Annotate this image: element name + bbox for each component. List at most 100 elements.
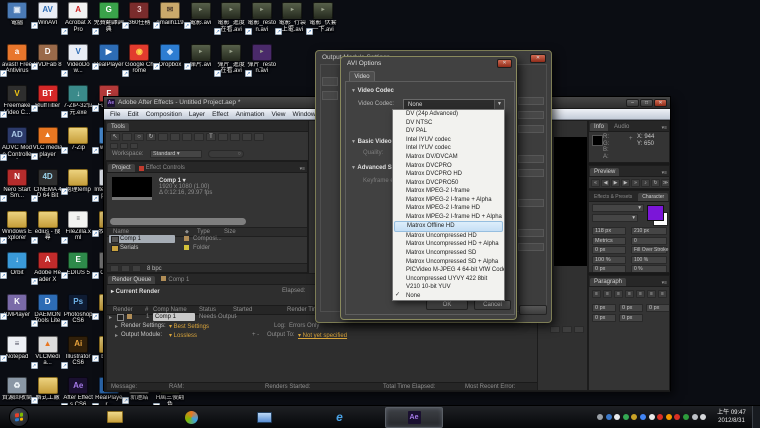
tray-icon-tray-2[interactable]: [606, 414, 612, 420]
tab-effects-presets[interactable]: Effects & Presets: [590, 193, 636, 201]
codec-option-Intel IYUV codec[interactable]: Intel IYUV codec: [393, 144, 504, 153]
taskbar-button-after-effects[interactable]: Ae: [385, 407, 443, 428]
codec-option-Matrox MPEG-2 I-frame + Alpha[interactable]: Matrox MPEG-2 I-frame + Alpha: [393, 195, 504, 204]
font-style-dropdown[interactable]: ▾: [592, 214, 638, 222]
pen-tool[interactable]: [194, 133, 204, 141]
maximize-button[interactable]: □: [640, 99, 653, 107]
menu-file[interactable]: File: [110, 111, 120, 118]
char-field-1-1[interactable]: 0: [631, 237, 667, 245]
output-to-value[interactable]: ▾ Not yet specified: [298, 332, 347, 339]
desktop-icon-資源回收筒[interactable]: ♻資源回收筒: [2, 377, 32, 402]
tray-icon-tray-8[interactable]: [657, 414, 663, 420]
desktop-icon-電影_行袋上電.avi[interactable]: ▸↗電影_行袋上電.avi: [277, 2, 307, 33]
char-field-3-0[interactable]: 100 %: [592, 256, 626, 264]
char-field-0-1[interactable]: 210 px: [631, 227, 667, 235]
align-button-6[interactable]: ≡: [658, 290, 667, 298]
prev-frame-button[interactable]: ◀: [601, 179, 610, 187]
tray-icon-tray-9[interactable]: [666, 414, 672, 420]
char-field-0-0[interactable]: 118 px: [592, 227, 626, 235]
desktop-icon-VLCMedia...[interactable]: ▲↗VLCMedia...: [33, 336, 63, 367]
eraser-tool[interactable]: [242, 133, 252, 141]
taskbar-clock[interactable]: 上午 09:47 2012/8/31: [711, 409, 752, 425]
tray-icon-tray-3[interactable]: [614, 414, 620, 420]
desktop-icon-avast! Free Antivirus[interactable]: a↗avast! Free Antivirus: [2, 44, 32, 75]
desktop-icon-格式工廠[interactable]: ↗格式工廠: [33, 377, 63, 402]
char-field-1-0[interactable]: Metrics: [592, 237, 626, 245]
desktop-icon-edius - 搜尋[interactable]: ↗edius - 搜尋: [33, 211, 63, 242]
menu-effect[interactable]: Effect: [212, 111, 229, 118]
align-button-1[interactable]: ≡: [603, 290, 612, 298]
taskbar-button-media-player[interactable]: [183, 409, 200, 425]
desktop-icon-WinAVI[interactable]: AV↗WinAVI: [33, 2, 63, 27]
desktop-icon-彈片_reston.avi[interactable]: ▸↗彈片_reston.avi: [247, 44, 277, 75]
codec-option-Uncompressed UYVY 422 8bit[interactable]: Uncompressed UYVY 422 8bit: [393, 274, 504, 283]
codec-option-Matrox MPEG-2 I-frame HD[interactable]: Matrox MPEG-2 I-frame HD: [393, 204, 504, 213]
desktop-icon-FileZilla.xml[interactable]: ≡↗FileZilla.xml: [63, 211, 93, 242]
tray-icon-tray-7[interactable]: [649, 414, 655, 420]
align-button-3[interactable]: ≡: [625, 290, 634, 298]
taskbar-button-computer[interactable]: [256, 409, 273, 425]
menu-composition[interactable]: Composition: [146, 111, 182, 118]
paragraph-field-1-0[interactable]: 0 px: [592, 314, 616, 322]
codec-option-Matrox DV/DVCAM[interactable]: Matrox DV/DVCAM: [393, 153, 504, 162]
minimize-button[interactable]: –: [626, 99, 639, 107]
desktop-icon-Illustrator CS6[interactable]: Ai↗Illustrator CS6: [63, 336, 93, 367]
om-cancel-button[interactable]: [519, 305, 547, 315]
codec-option-Matrox DVCPRO50[interactable]: Matrox DVCPRO50: [393, 178, 504, 187]
desktop-icon-電影_伏套一下.avi[interactable]: ▸↗電影_伏套一下.avi: [308, 2, 338, 33]
desktop-icon-CINEMA 4D 64 Bit[interactable]: 4D↗CINEMA 4D 64 Bit: [33, 169, 63, 200]
camera-tool[interactable]: [158, 133, 168, 141]
tool-option-2[interactable]: [130, 143, 138, 149]
tray-icon-tray-4[interactable]: [623, 414, 629, 420]
align-button-0[interactable]: ≡: [592, 290, 601, 298]
desktop-icon-RealPlayer[interactable]: ▶↗RealPlayer: [94, 44, 124, 69]
tab-tools[interactable]: Tools: [107, 123, 129, 131]
codec-option-Intel IYUV codec[interactable]: Intel IYUV codec: [393, 136, 504, 145]
add-remove-output[interactable]: + -: [252, 332, 259, 338]
panel-menu-icon[interactable]: ▾≡: [662, 125, 669, 131]
tray-icon-volume[interactable]: [700, 414, 706, 420]
paragraph-field-0-0[interactable]: 0 px: [592, 304, 616, 312]
expand-icon[interactable]: ▸: [115, 332, 118, 339]
codec-option-Matrox Uncompressed SD[interactable]: Matrox Uncompressed SD: [393, 249, 504, 258]
menu-window[interactable]: Window: [293, 111, 316, 118]
close-button[interactable]: ✕: [654, 99, 667, 107]
codec-option-Matrox Offline HD[interactable]: Matrox Offline HD: [394, 221, 503, 232]
tray-icon-tray-12[interactable]: [692, 414, 698, 420]
project-row-Serials[interactable]: SerialsFolder: [107, 244, 308, 252]
desktop-icon-Notepad[interactable]: ≡↗Notepad: [2, 336, 32, 361]
desktop-icon-Freemake Video C...[interactable]: V↗Freemake Video C...: [2, 85, 32, 116]
desktop-icon-EDIUS 5[interactable]: E↗EDIUS 5: [63, 252, 93, 277]
show-desktop-button[interactable]: [752, 406, 760, 428]
render-checkbox[interactable]: [117, 314, 124, 321]
desktop-icon-電影_reston.avi[interactable]: ▸↗電影_reston.avi: [247, 2, 277, 33]
desktop-icon-Orbit[interactable]: ↓↗Orbit: [2, 252, 32, 277]
panel-menu-icon[interactable]: ▾≡: [300, 166, 307, 172]
desktop-icon-360任務[interactable]: 3↗360任務: [124, 2, 154, 27]
desktop-icon-Acrobat X Pro[interactable]: A↗Acrobat X Pro: [63, 2, 93, 33]
delete-icon[interactable]: [132, 265, 141, 272]
align-button-2[interactable]: ≡: [614, 290, 623, 298]
audio-button[interactable]: ♪: [641, 179, 650, 187]
desktop-icon-免費翻譯詞典[interactable]: G↗免費翻譯詞典: [94, 2, 124, 33]
menu-edit[interactable]: Edit: [127, 111, 138, 118]
codec-option-Matrox MPEG-2 I-frame HD + Alpha[interactable]: Matrox MPEG-2 I-frame HD + Alpha: [393, 213, 504, 222]
menu-animation[interactable]: Animation: [236, 111, 265, 118]
codec-option-Matrox MPEG-2 I-frame[interactable]: Matrox MPEG-2 I-frame: [393, 187, 504, 196]
tab-project[interactable]: Project: [108, 164, 135, 172]
next-frame-button[interactable]: ▶: [621, 179, 630, 187]
desktop-icon-Photoshop CS6[interactable]: Ps↗Photoshop CS6: [63, 294, 93, 325]
interpret-footage-icon[interactable]: [110, 265, 119, 272]
create-folder-icon[interactable]: [121, 265, 130, 272]
tab-character[interactable]: Character: [638, 193, 668, 201]
fill-color-swatch[interactable]: [647, 205, 664, 221]
loop-button[interactable]: ↻: [651, 179, 660, 187]
cancel-button[interactable]: Cancel: [474, 300, 511, 310]
puppet-tool[interactable]: [254, 133, 264, 141]
tab-effect-controls[interactable]: Effect Controls: [146, 164, 185, 172]
workspace-search-input[interactable]: ○: [208, 150, 244, 158]
tab-audio[interactable]: Audio: [610, 123, 633, 131]
expand-icon[interactable]: ▸: [109, 314, 112, 321]
desktop-icon-Dropbox[interactable]: ◆↗Dropbox: [155, 44, 185, 69]
workspace-dropdown[interactable]: Standard ▾: [150, 150, 202, 158]
